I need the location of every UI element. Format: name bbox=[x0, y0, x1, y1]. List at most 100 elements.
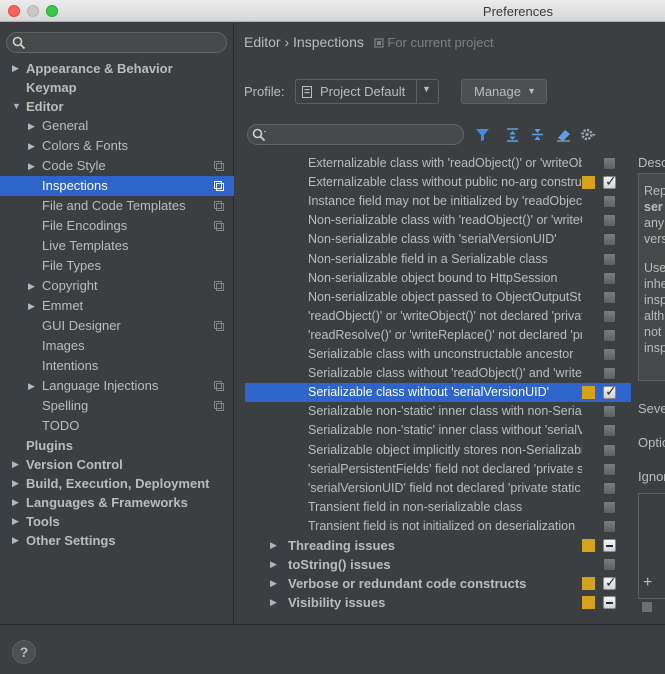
inspection-checkbox[interactable] bbox=[603, 500, 616, 514]
sidebar-item[interactable]: GUI Designer bbox=[0, 316, 234, 336]
inspection-checkbox[interactable] bbox=[603, 290, 616, 304]
add-ignore-button[interactable]: + bbox=[643, 574, 652, 592]
inspection-group-row[interactable]: ▶ Threading issues bbox=[245, 536, 631, 555]
sidebar-item[interactable]: ▶ Other Settings bbox=[0, 531, 234, 550]
inspection-checkbox[interactable] bbox=[603, 382, 617, 401]
inspection-row[interactable]: Serializable non-'static' inner class wi… bbox=[245, 402, 631, 421]
inspection-row[interactable]: Externalizable class with 'readObject()'… bbox=[245, 154, 631, 173]
inspection-row[interactable]: Externalizable class without public no-a… bbox=[245, 172, 631, 192]
chevron-right-icon[interactable]: ▶ bbox=[270, 593, 277, 612]
inspection-checkbox[interactable] bbox=[603, 481, 616, 495]
chevron-right-icon[interactable]: ▶ bbox=[12, 493, 22, 512]
sidebar-item[interactable]: Keymap bbox=[0, 78, 234, 97]
inspection-checkbox[interactable] bbox=[603, 519, 616, 533]
chevron-right-icon[interactable]: ▶ bbox=[270, 555, 277, 574]
reset-to-default-icon[interactable] bbox=[555, 126, 572, 143]
inspection-tree[interactable]: Externalizable class with 'readObject()'… bbox=[245, 152, 631, 614]
chevron-down-icon[interactable]: ▼ bbox=[12, 97, 22, 116]
inspection-row[interactable]: Non-serializable object bound to HttpSes… bbox=[245, 269, 631, 288]
chevron-right-icon[interactable]: ▶ bbox=[12, 59, 22, 78]
chevron-right-icon[interactable]: ▶ bbox=[12, 474, 22, 493]
inspection-row[interactable]: Serializable object implicitly stores no… bbox=[245, 441, 631, 460]
manage-button[interactable]: Manage ▼ bbox=[461, 79, 547, 104]
inspection-checkbox[interactable] bbox=[603, 573, 617, 592]
inspection-row[interactable]: Serializable non-'static' inner class wi… bbox=[245, 421, 631, 440]
chevron-right-icon[interactable]: ▶ bbox=[28, 136, 38, 156]
inspection-checkbox[interactable] bbox=[603, 539, 616, 552]
sidebar-item[interactable]: File and Code Templates bbox=[0, 196, 234, 216]
inspection-row[interactable]: 'readResolve()' or 'writeReplace()' not … bbox=[245, 326, 631, 345]
inspection-checkbox[interactable] bbox=[603, 328, 616, 342]
inspection-row[interactable]: 'serialPersistentFields' field not decla… bbox=[245, 460, 631, 479]
sidebar-item[interactable]: ▶ General bbox=[0, 116, 234, 136]
inspection-row[interactable]: Instance field may not be initialized by… bbox=[245, 192, 631, 211]
inspection-row[interactable]: Serializable class without 'serialVersio… bbox=[245, 382, 631, 403]
inspection-row[interactable]: Non-serializable class with 'serialVersi… bbox=[245, 230, 631, 249]
sidebar-item[interactable]: Spelling bbox=[0, 396, 234, 416]
filter-icon[interactable] bbox=[474, 126, 491, 143]
gear-icon[interactable] bbox=[579, 126, 596, 143]
inspection-row[interactable]: 'readObject()' or 'writeObject()' not de… bbox=[245, 307, 631, 326]
inspection-checkbox[interactable] bbox=[603, 558, 616, 572]
sidebar-item[interactable]: ▶ Colors & Fonts bbox=[0, 136, 234, 156]
sidebar-item[interactable]: ▶ Copyright bbox=[0, 276, 234, 296]
sidebar-item[interactable]: ▶ Build, Execution, Deployment bbox=[0, 474, 234, 493]
inspection-row[interactable]: Non-serializable class with 'readObject(… bbox=[245, 211, 631, 230]
chevron-right-icon[interactable]: ▶ bbox=[28, 276, 38, 296]
inspection-checkbox[interactable] bbox=[603, 214, 616, 228]
inspection-checkbox[interactable] bbox=[603, 405, 616, 419]
inspection-checkbox[interactable] bbox=[603, 462, 616, 476]
chevron-right-icon[interactable]: ▶ bbox=[12, 512, 22, 531]
chevron-right-icon[interactable]: ▶ bbox=[270, 574, 277, 593]
inspection-group-row[interactable]: ▶ toString() issues bbox=[245, 555, 631, 574]
inspection-checkbox[interactable] bbox=[603, 309, 616, 323]
help-button[interactable]: ? bbox=[12, 640, 36, 664]
inspection-checkbox[interactable] bbox=[603, 348, 616, 361]
expand-all-icon[interactable] bbox=[504, 126, 521, 143]
sidebar-item[interactable]: ▶ Appearance & Behavior bbox=[0, 59, 234, 78]
sidebar-item[interactable]: ▶ Code Style bbox=[0, 156, 234, 176]
settings-search-input[interactable] bbox=[6, 32, 227, 53]
chevron-right-icon[interactable]: ▶ bbox=[28, 296, 38, 316]
sidebar-item[interactable]: File Encodings bbox=[0, 216, 234, 236]
option-checkbox[interactable] bbox=[641, 601, 653, 613]
sidebar-item[interactable]: ▶ Version Control bbox=[0, 455, 234, 474]
sidebar-item[interactable]: ▶ Emmet bbox=[0, 296, 234, 316]
profile-dropdown[interactable]: Project Default ▼ bbox=[295, 79, 439, 104]
sidebar-item[interactable]: ▶ Tools bbox=[0, 512, 234, 531]
inspection-checkbox[interactable] bbox=[603, 157, 616, 170]
inspection-group-row[interactable]: ▶ Visibility issues bbox=[245, 593, 631, 612]
inspection-row[interactable]: Serializable class without 'readObject()… bbox=[245, 364, 631, 383]
sidebar-item[interactable]: Intentions bbox=[0, 356, 234, 376]
inspection-checkbox[interactable] bbox=[603, 195, 616, 209]
sidebar-item[interactable]: Inspections bbox=[0, 176, 234, 196]
sidebar-item[interactable]: ▶ Languages & Frameworks bbox=[0, 493, 234, 512]
sidebar-item[interactable]: Live Templates bbox=[0, 236, 234, 256]
sidebar-item[interactable]: Images bbox=[0, 336, 234, 356]
inspection-row[interactable]: Non-serializable field in a Serializable… bbox=[245, 250, 631, 269]
breadcrumb-editor[interactable]: Editor bbox=[244, 34, 281, 50]
sidebar-item[interactable]: ▶ Language Injections bbox=[0, 376, 234, 396]
inspection-row[interactable]: Transient field is not initialized on de… bbox=[245, 517, 631, 536]
inspection-group-row[interactable]: ▶ Verbose or redundant code constructs bbox=[245, 573, 631, 593]
inspection-row[interactable]: 'serialVersionUID' field not declared 'p… bbox=[245, 479, 631, 498]
chevron-right-icon[interactable]: ▶ bbox=[28, 156, 38, 176]
chevron-right-icon[interactable]: ▶ bbox=[12, 455, 22, 474]
inspection-row[interactable]: Non-serializable object passed to Object… bbox=[245, 288, 631, 307]
chevron-right-icon[interactable]: ▶ bbox=[12, 531, 22, 550]
chevron-right-icon[interactable]: ▶ bbox=[28, 116, 38, 136]
sidebar-item[interactable]: TODO bbox=[0, 416, 234, 436]
chevron-right-icon[interactable]: ▶ bbox=[270, 536, 277, 555]
inspection-checkbox[interactable] bbox=[603, 367, 616, 381]
inspection-checkbox[interactable] bbox=[603, 443, 616, 457]
chevron-right-icon[interactable]: ▶ bbox=[28, 376, 38, 396]
sidebar-item[interactable]: File Types bbox=[0, 256, 234, 276]
inspection-checkbox[interactable] bbox=[603, 172, 617, 191]
inspection-checkbox[interactable] bbox=[603, 424, 616, 438]
sidebar-item[interactable]: ▼ Editor bbox=[0, 97, 234, 116]
sidebar-item[interactable]: Plugins bbox=[0, 436, 234, 455]
inspection-row[interactable]: Transient field in non-serializable clas… bbox=[245, 498, 631, 517]
inspection-checkbox[interactable] bbox=[603, 596, 616, 610]
inspection-row[interactable]: Serializable class with unconstructable … bbox=[245, 345, 631, 364]
inspection-checkbox[interactable] bbox=[603, 271, 616, 285]
